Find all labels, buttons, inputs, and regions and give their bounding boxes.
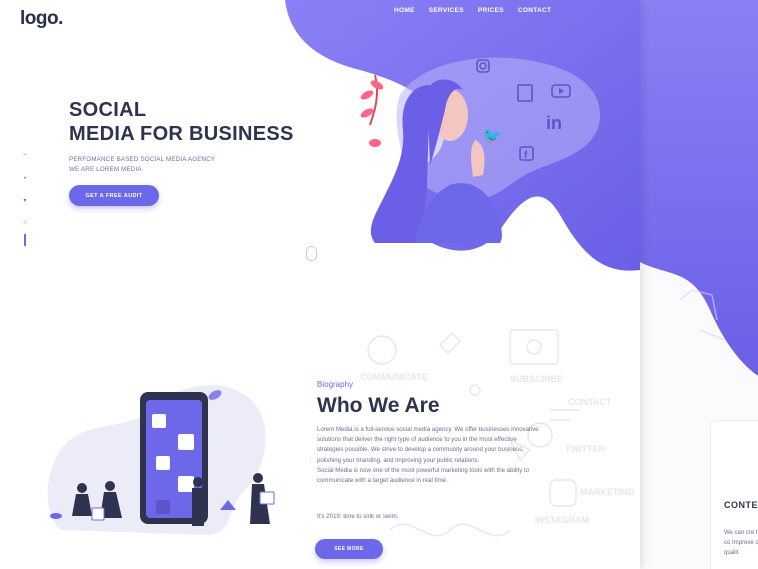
twitch-icon	[517, 84, 533, 102]
free-audit-button[interactable]: GET A FREE AUDIT	[69, 185, 159, 206]
bg-word-instagram: INSTAGRAM	[535, 515, 589, 525]
bg-word-twitter: TWITTER	[565, 444, 605, 454]
nav-services[interactable]: SERVICES	[429, 7, 464, 14]
hero-title-line2: MEDIA FOR BUSINESS	[69, 123, 294, 145]
social-icons-cluster: in 🐦 f	[476, 59, 571, 161]
instagram-icon[interactable]: ○	[22, 220, 28, 226]
back-page-blob	[640, 0, 758, 376]
bio-label: Biography	[317, 380, 354, 389]
top-nav: HOME SERVICES PRICES CONTACT	[394, 7, 565, 14]
linkedin-icon: in	[546, 113, 562, 133]
main-page: in 🐦 f logo. HOME SERVICES PRICES CONTAC…	[0, 0, 640, 569]
hero-title-line1: SOCIAL	[69, 99, 147, 121]
scroll-indicator-icon[interactable]	[306, 246, 317, 261]
twitter-bird-icon: 🐦	[482, 126, 502, 145]
instagram-icon	[476, 59, 490, 73]
rail-indicator	[24, 234, 26, 246]
nav-prices[interactable]: PRICES	[478, 7, 504, 14]
nav-contact[interactable]: CONTACT	[518, 7, 551, 14]
hero-subtitle-line1: PERFOMANCE BASED SOCIAL MEDIA AGENCY	[69, 156, 216, 163]
bio-title: Who We Are	[317, 394, 440, 417]
bg-word-marketing: MARKETING	[580, 487, 635, 497]
facebook-icon[interactable]: –	[22, 152, 28, 158]
see-more-button[interactable]: SEE MORE	[315, 539, 383, 559]
bio-paragraph-1: Lorem Media is a full-service social med…	[317, 426, 539, 464]
bg-word-communicate: COMMUNICATE	[360, 372, 428, 382]
hero-subtitle: PERFOMANCE BASED SOCIAL MEDIA AGENCY WE …	[69, 155, 215, 175]
back-page: CONTEN We can cre the best co Improve o …	[640, 0, 758, 569]
hero-title: SOCIAL MEDIA FOR BUSINESS	[69, 98, 294, 146]
twitter-icon[interactable]: ▾	[22, 198, 28, 204]
bg-word-subscribe: SUBSCRIBE	[510, 374, 563, 384]
back-page-heading: CONTEN	[724, 500, 758, 510]
bg-word-contact: CONTACT	[568, 397, 612, 407]
hero-subtitle-line2: WE ARE LOREM MEDIA	[69, 166, 142, 173]
phone-illustration	[47, 385, 275, 535]
bio-tagline: It's 2019: time to sink or swim.	[317, 513, 399, 520]
logo[interactable]: logo.	[20, 8, 63, 30]
bio-paragraph-2: Social Media is now one of the most powe…	[317, 466, 530, 485]
back-page-text: We can cre the best co Improve o and qua…	[724, 530, 758, 556]
bio-text: Lorem Media is a full-service social med…	[317, 425, 542, 486]
location-icon[interactable]: •	[22, 176, 28, 182]
nav-home[interactable]: HOME	[394, 7, 415, 14]
